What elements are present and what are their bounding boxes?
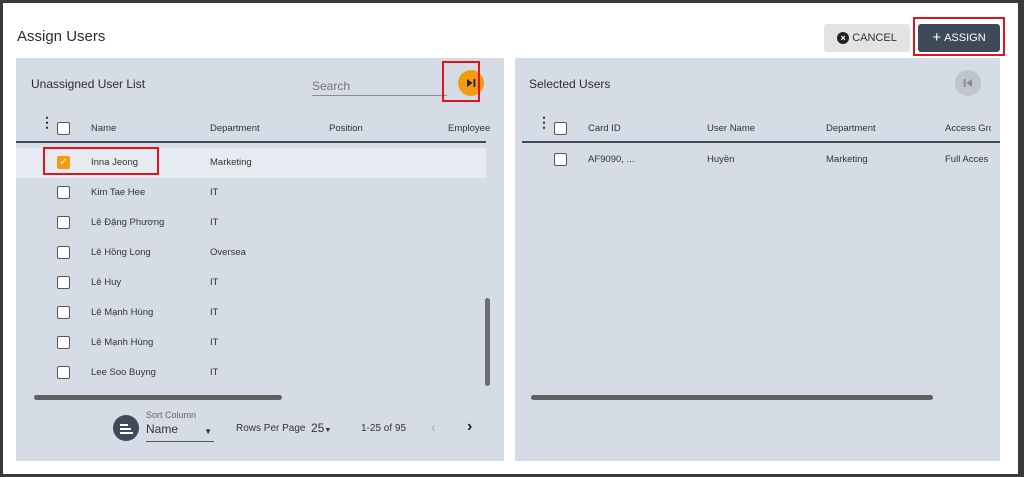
table-row[interactable]: AF9090, ... Huyền Marketing Full Acces [515, 145, 1000, 175]
unassigned-table: ⋮ Name Department Position Employee N ✓I… [16, 58, 504, 408]
col-header-department[interactable]: Department [210, 123, 260, 134]
cell-name: Kim Tae Hee [91, 187, 146, 198]
page-range: 1-25 of 95 [361, 423, 407, 434]
row-checkbox[interactable] [57, 276, 70, 289]
row-checkbox[interactable] [57, 306, 70, 319]
cell-department: IT [210, 337, 219, 348]
select-all-checkbox[interactable] [554, 122, 567, 135]
vertical-scrollbar[interactable] [485, 298, 490, 386]
row-checkbox[interactable] [57, 186, 70, 199]
selected-table: ⋮ Card ID User Name Department Access Gr… [515, 58, 1000, 408]
horizontal-scrollbar[interactable] [34, 395, 282, 400]
rows-caret-icon: ▼ [324, 427, 332, 434]
table-row[interactable]: Lee Soo Buyng IT [16, 358, 486, 388]
cell-name: Lê Mạnh Hùng [91, 337, 154, 348]
dialog-title: Assign Users [17, 28, 106, 45]
cell-access-group: Full Acces [945, 154, 989, 165]
cell-department: Oversea [210, 247, 246, 258]
cell-department: IT [210, 187, 219, 198]
pagination-bar: Sort Column Name ▼ Rows Per Page 25▼ 1-2… [16, 408, 504, 448]
selected-users-panel: Selected Users ⋮ Card ID User Name Depar… [515, 58, 1000, 461]
table-header: ⋮ Name Department Position Employee N [16, 113, 493, 143]
cell-department: IT [210, 217, 219, 228]
col-header-employee[interactable]: Employee N [448, 123, 493, 134]
highlight-box-add [442, 61, 480, 102]
row-checkbox[interactable] [57, 366, 70, 379]
col-header-position[interactable]: Position [329, 123, 363, 134]
col-header-user-name[interactable]: User Name [707, 123, 755, 134]
select-all-checkbox[interactable] [57, 122, 70, 135]
cell-department: Marketing [826, 154, 868, 165]
cell-department: IT [210, 277, 219, 288]
cell-department: IT [210, 367, 219, 378]
col-header-name[interactable]: Name [91, 123, 116, 134]
table-row[interactable]: Lê Hồng Long Oversea [16, 238, 486, 268]
chevron-left-icon[interactable]: ‹ [431, 419, 436, 435]
chevron-right-icon[interactable]: › [467, 418, 472, 436]
rows-per-page-label: Rows Per Page [236, 423, 306, 434]
cell-name: Lê Mạnh Hùng [91, 307, 154, 318]
dropdown-caret-icon: ▼ [204, 427, 212, 436]
table-row[interactable]: Lê Mạnh Hùng IT [16, 298, 486, 328]
rows-per-page-select[interactable]: 25▼ [311, 421, 331, 435]
table-row[interactable]: Kim Tae Hee IT [16, 178, 486, 208]
col-header-access-group[interactable]: Access Gro [945, 123, 991, 134]
cell-user-name: Huyền [707, 154, 735, 165]
table-header: ⋮ Card ID User Name Department Access Gr… [522, 113, 1000, 143]
row-checkbox[interactable] [57, 216, 70, 229]
cancel-button[interactable]: × CANCEL [824, 24, 910, 52]
sort-column-select[interactable]: Name ▼ [146, 422, 214, 442]
cell-name: Lee Soo Buyng [91, 367, 156, 378]
table-row[interactable]: Lê Mạnh Hùng IT [16, 328, 486, 358]
kebab-menu-icon[interactable]: ⋮ [40, 115, 54, 129]
cell-name: Lê Huy [91, 277, 122, 288]
highlight-box-assign [913, 17, 1005, 56]
cell-card-id: AF9090, ... [588, 154, 635, 165]
cancel-label: CANCEL [852, 32, 897, 44]
kebab-menu-icon[interactable]: ⋮ [537, 115, 551, 129]
row-checkbox[interactable] [554, 153, 567, 166]
row-checkbox[interactable] [57, 336, 70, 349]
cell-department: IT [210, 307, 219, 318]
highlight-box-row [43, 147, 159, 175]
cell-name: Lê Đặng Phương [91, 217, 165, 228]
rows-per-page-value: 25 [311, 421, 325, 435]
sort-column-label: Sort Column [146, 410, 197, 420]
unassigned-user-panel: Unassigned User List ⋮ Name Department P… [16, 58, 504, 461]
col-header-card-id[interactable]: Card ID [588, 123, 621, 134]
sort-column-value: Name [146, 422, 179, 436]
table-row[interactable]: Lê Huy IT [16, 268, 486, 298]
cell-department: Marketing [210, 157, 252, 168]
col-header-department[interactable]: Department [826, 123, 876, 134]
table-row[interactable]: Lê Đặng Phương IT [16, 208, 486, 238]
sort-icon[interactable] [113, 415, 139, 441]
row-checkbox[interactable] [57, 246, 70, 259]
cancel-x-icon: × [837, 32, 850, 44]
assign-users-dialog: Assign Users × CANCEL + ASSIGN Unassigne… [3, 3, 1018, 474]
horizontal-scrollbar[interactable] [531, 395, 933, 400]
cell-name: Lê Hồng Long [91, 247, 151, 258]
